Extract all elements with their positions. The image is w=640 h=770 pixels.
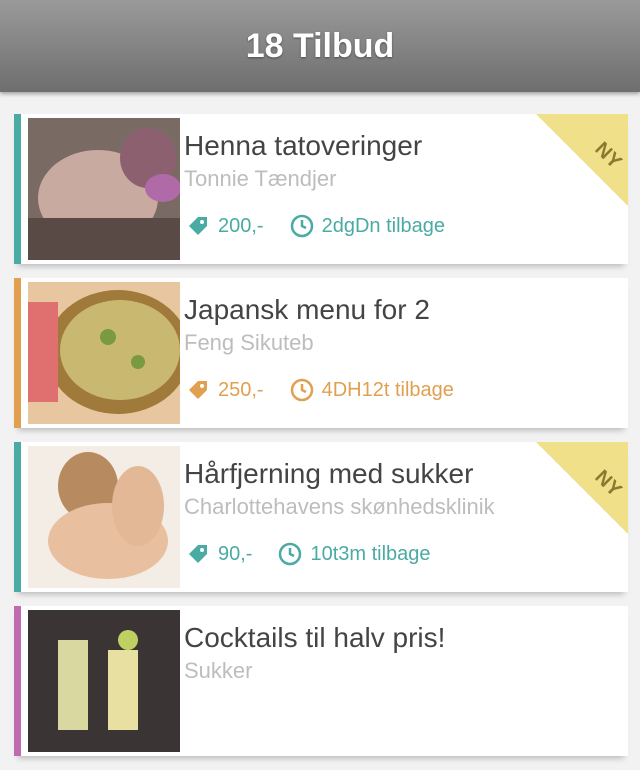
offer-thumbnail — [28, 610, 180, 752]
offer-subtitle: Sukker — [184, 658, 253, 683]
top-bar: 18 Tilbud — [0, 0, 640, 92]
offer-time-left: 4DH12t tilbage — [321, 378, 454, 401]
offer-thumbnail — [28, 282, 180, 424]
category-stripe — [14, 114, 21, 264]
offer-subtitle: Tonnie Tændjer — [184, 166, 337, 191]
clock-icon — [279, 542, 302, 566]
offer-thumbnail — [28, 118, 180, 260]
offer-card[interactable]: Japansk menu for 2 Feng Sikuteb 250,- 4D… — [14, 278, 628, 428]
offer-title: Henna tatoveringer — [184, 130, 423, 161]
offer-price: 200,- — [218, 214, 264, 237]
category-stripe — [14, 606, 21, 756]
offer-card[interactable]: Hårfjerning med sukker Charlottehavens s… — [14, 442, 628, 592]
offer-time-left: 2dgDn tilbage — [321, 214, 446, 237]
offer-subtitle: Charlottehavens skønhedsklinik — [184, 494, 495, 519]
price-tag-icon — [189, 381, 207, 399]
offer-card[interactable]: Henna tatoveringer Tonnie Tændjer 200,- … — [14, 114, 628, 264]
offer-list: Henna tatoveringer Tonnie Tændjer 200,- … — [0, 96, 640, 770]
clock-icon — [290, 378, 313, 402]
offer-meta: 200,- 2dgDn tilbage — [186, 214, 445, 238]
offer-meta: 90,- 10t3m tilbage — [186, 542, 431, 566]
clock-icon — [290, 214, 313, 238]
offer-card[interactable]: Cocktails til halv pris! Sukker — [14, 606, 628, 756]
offer-time-left: 10t3m tilbage — [310, 542, 431, 565]
price-tag-icon — [189, 217, 207, 235]
new-badge-corner: NY — [536, 114, 628, 206]
offer-title: Hårfjerning med sukker — [184, 458, 474, 489]
offer-price: 90,- — [218, 542, 253, 565]
price-tag-icon — [189, 545, 207, 563]
offer-subtitle: Feng Sikuteb — [184, 330, 314, 355]
offer-price: 250,- — [218, 378, 264, 401]
offer-title: Cocktails til halv pris! — [184, 622, 446, 653]
new-badge-corner: NY — [536, 442, 628, 534]
offer-meta: 250,- 4DH12t tilbage — [186, 378, 454, 402]
category-stripe — [14, 442, 21, 592]
page-title: 18 Tilbud — [245, 26, 395, 65]
category-stripe — [14, 278, 21, 428]
offer-title: Japansk menu for 2 — [184, 294, 430, 325]
offer-thumbnail — [28, 446, 180, 588]
